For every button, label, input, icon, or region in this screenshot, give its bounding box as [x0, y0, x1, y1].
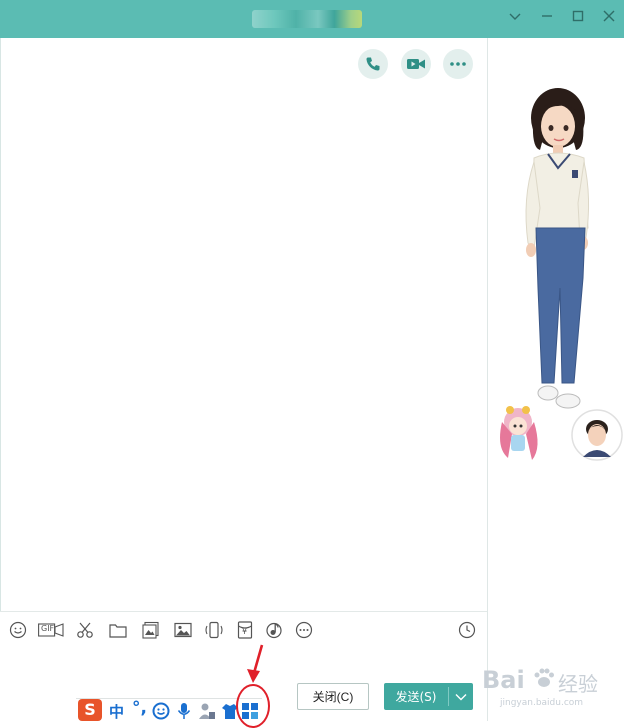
watermark-brand-left: Bai — [482, 666, 525, 694]
shake-icon — [205, 621, 223, 639]
annotation-circle — [236, 684, 270, 728]
sogou-logo-icon[interactable]: S — [78, 699, 102, 721]
picture-icon — [174, 622, 192, 638]
annotation-arrow-icon — [247, 644, 264, 683]
gif-label: GIF — [41, 624, 55, 633]
minimize-icon — [542, 15, 552, 17]
gif-button[interactable]: GIF — [38, 620, 64, 640]
send-button[interactable]: 发送(S) — [384, 683, 473, 710]
dropdown-button[interactable] — [505, 9, 525, 29]
chibi-character-icon — [500, 406, 538, 460]
more-icon — [295, 621, 313, 639]
maximize-icon — [572, 10, 584, 22]
ime-punctuation-toggle[interactable]: °, — [132, 698, 147, 718]
window-title-blurred — [252, 10, 362, 28]
chevron-down-icon — [455, 693, 467, 700]
message-history-button[interactable] — [457, 620, 477, 640]
emoji-button[interactable] — [8, 620, 28, 640]
maximize-button[interactable] — [568, 9, 588, 29]
video-call-button[interactable] — [401, 49, 431, 79]
send-file-button[interactable] — [108, 620, 128, 640]
image-gallery-icon — [142, 621, 159, 639]
red-packet-symbol: ¥ — [242, 627, 248, 636]
screenshot-button[interactable] — [75, 620, 95, 640]
close-button[interactable]: 关闭(C) — [297, 683, 369, 710]
scissors-icon — [77, 622, 93, 638]
music-icon — [266, 622, 282, 639]
avatar-show-panel — [488, 38, 624, 721]
folder-icon — [109, 624, 127, 638]
more-tools-button[interactable] — [294, 620, 314, 640]
clock-icon — [458, 621, 476, 639]
ime-user-icon[interactable] — [198, 702, 216, 720]
watermark-brand-right: 经验 — [558, 672, 598, 696]
ime-microphone-icon[interactable] — [175, 702, 193, 720]
chat-message-area[interactable] — [0, 38, 488, 611]
contact-avatar-icon[interactable] — [571, 409, 623, 461]
chevron-down-icon — [509, 13, 521, 20]
ime-status-bar[interactable]: S 中 °, — [76, 698, 262, 722]
video-camera-icon — [407, 59, 425, 69]
minimize-button[interactable] — [537, 9, 557, 29]
ime-emoji-icon[interactable] — [152, 702, 170, 720]
paw-icon — [534, 668, 554, 687]
emoji-icon — [9, 621, 27, 639]
ellipsis-icon — [450, 62, 466, 66]
red-packet-button[interactable]: ¥ — [235, 620, 255, 640]
album-button[interactable] — [141, 620, 161, 640]
baidu-watermark: Bai 经验 jingyan.baidu.com — [482, 654, 624, 721]
phone-icon — [366, 57, 380, 71]
ime-language-toggle[interactable]: 中 — [109, 701, 124, 722]
music-button[interactable] — [264, 620, 284, 640]
send-options-button[interactable] — [449, 683, 473, 710]
title-bar — [0, 0, 624, 38]
close-icon — [603, 10, 615, 22]
shake-button[interactable] — [204, 620, 224, 640]
send-label: 发送(S) — [395, 690, 437, 704]
watermark-url: jingyan.baidu.com — [500, 698, 584, 708]
picture-button[interactable] — [173, 620, 193, 640]
close-window-button[interactable] — [599, 9, 619, 29]
more-options-button[interactable] — [443, 49, 473, 79]
phone-call-button[interactable] — [358, 49, 388, 79]
